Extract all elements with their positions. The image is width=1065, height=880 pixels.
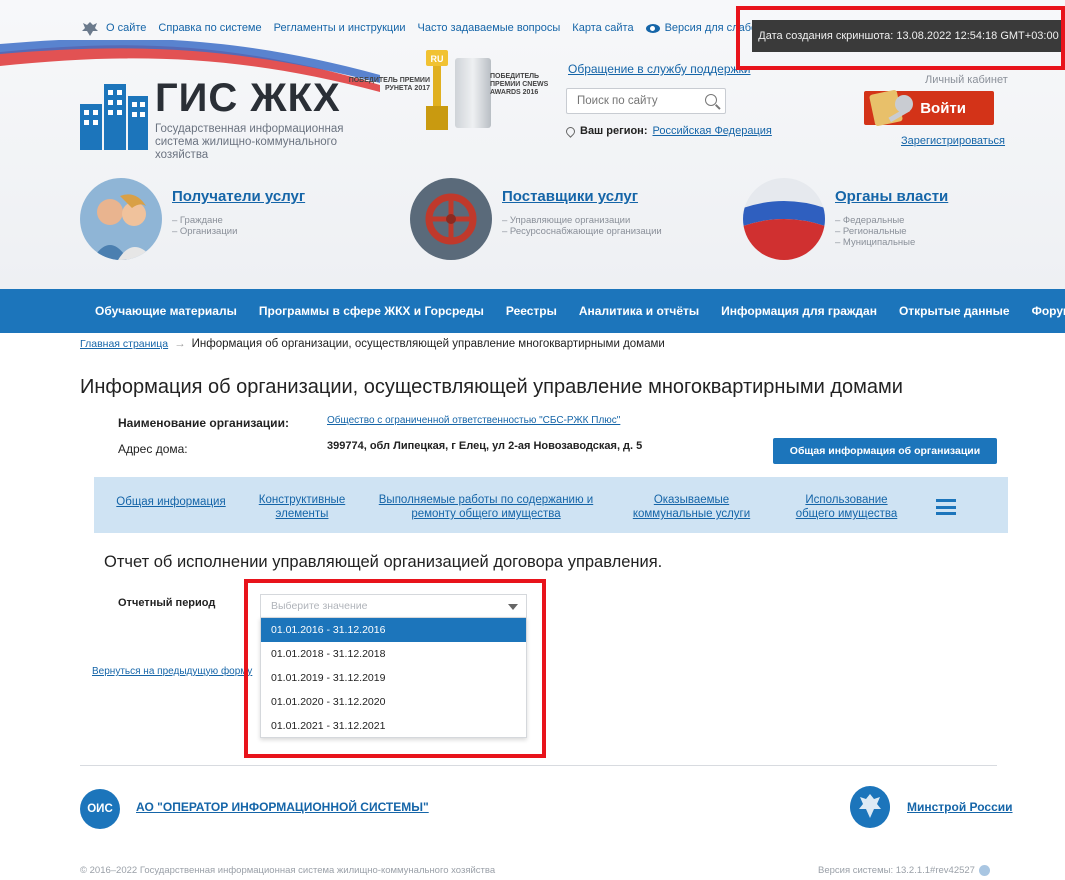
topnav-about[interactable]: О сайте [106,22,146,34]
category-recipients-sub-citizens[interactable]: – Граждане [172,215,237,226]
runet-award-label: ПОБЕДИТЕЛЬ ПРЕМИИ РУНЕТА 2017 [348,77,430,92]
period-label: Отчетный период [118,597,216,609]
address-label: Адрес дома: [118,442,188,456]
breadcrumb-home[interactable]: Главная страница [80,338,168,350]
tab-utilities[interactable]: Оказываемые коммунальные услуги [624,493,759,521]
search-input[interactable] [567,89,695,113]
tab-works[interactable]: Выполняемые работы по содержанию и ремон… [376,493,596,521]
search-box [566,88,726,114]
highlight-frame-timestamp [736,6,1065,70]
tab-works-line2: ремонту общего имущества [411,508,561,520]
mainnav-training[interactable]: Обучающие материалы [84,304,248,318]
ois-logo: ОИС [80,789,120,829]
system-version-text: Версия системы: 13.2.1.1#rev42527 [818,865,975,876]
building-logo-icon [80,84,148,150]
main-nav: Обучающие материалы Программы в сфере ЖК… [0,289,1065,333]
category-providers-sub-resource[interactable]: – Ресурсоснабжающие организации [502,226,662,237]
topnav-faq[interactable]: Часто задаваемые вопросы [418,22,561,34]
cabinet-label: Личный кабинет [925,74,1008,86]
org-name-link[interactable]: Общество с ограниченной ответственностью… [327,415,620,426]
category-authorities-sub-regional[interactable]: – Региональные [835,226,915,237]
tab-common-property-line2: общего имущества [795,508,898,520]
copyright: © 2016–2022 Государственная информационн… [80,865,496,876]
mainnav-open-data[interactable]: Открытые данные [888,304,1021,318]
top-nav: О сайте Справка по системе Регламенты и … [106,22,802,34]
category-providers-subs: – Управляющие организации – Ресурсоснабж… [502,215,662,237]
category-authorities-sub-municipal[interactable]: – Муниципальные [835,237,915,248]
menu-icon[interactable] [936,499,956,515]
topnav-regulations[interactable]: Регламенты и инструкции [274,22,406,34]
tab-common-property[interactable]: Использование общего имущества [784,493,909,521]
region-link[interactable]: Российская Федерация [653,125,772,137]
region-label: Ваш регион: [580,125,648,137]
logo-title: ГИС ЖКХ [155,76,341,120]
tab-common-property-line1: Использование [805,494,888,506]
page-title: Информация об организации, осуществляюще… [80,376,903,398]
topnav-sitemap[interactable]: Карта сайта [572,22,633,34]
cnews-award-label: ПОБЕДИТЕЛЬ ПРЕМИИ CNEWS AWARDS 2016 [490,73,549,96]
report-title: Отчет об исполнении управляющей организа… [104,553,663,571]
category-providers-sub-management[interactable]: – Управляющие организации [502,215,662,226]
eye-icon [645,23,660,33]
system-version: Версия системы: 13.2.1.1#rev42527 [818,865,990,876]
tab-structural[interactable]: Конструктивные элементы [252,493,352,521]
region-selector: Ваш регион: Российская Федерация [564,124,772,138]
tab-works-line1: Выполняемые работы по содержанию и [378,494,594,506]
breadcrumb-current: Информация об организации, осуществляюще… [191,338,665,350]
ministry-emblem-icon [850,786,890,828]
org-name-label: Наименование организации: [118,416,289,430]
topnav-help[interactable]: Справка по системе [158,22,261,34]
general-info-button[interactable]: Общая информация об организации [773,438,997,464]
tab-structural-line1: Конструктивные [258,494,346,506]
coat-of-arms-icon [82,22,98,36]
support-link[interactable]: Обращение в службу поддержки [568,62,751,76]
location-pin-icon [564,124,577,138]
runet-trophy-text: RU [431,54,444,64]
mainnav-citizen-info[interactable]: Информация для граждан [710,304,888,318]
runet-trophy-icon: RU [426,50,448,130]
tabs-bar: Общая информация Конструктивные элементы… [94,477,1008,533]
ministry-link[interactable]: Минстрой России [907,800,1013,814]
category-authorities-sub-federal[interactable]: – Федеральные [835,215,915,226]
tab-utilities-line1: Оказываемые [653,494,730,506]
footer-divider [80,765,997,766]
category-authorities-subs: – Федеральные – Региональные – Муниципал… [835,215,915,248]
recipients-photo [80,178,162,260]
category-providers-title[interactable]: Поставщики услуг [502,188,638,205]
breadcrumb-arrow: → [174,338,186,350]
category-recipients-subs: – Граждане – Организации [172,215,237,237]
address-value: 399774, обл Липецкая, г Елец, ул 2-ая Но… [327,440,643,452]
category-recipients-sub-orgs[interactable]: – Организации [172,226,237,237]
mainnav-registries[interactable]: Реестры [495,304,568,318]
tab-utilities-line2: коммунальные услуги [632,508,751,520]
logo-subtitle: Государственная информационная система ж… [155,123,344,161]
category-recipients-title[interactable]: Получатели услуг [172,188,305,205]
mainnav-forum[interactable]: Форум [1021,304,1065,318]
tab-general[interactable]: Общая информация [116,495,226,509]
highlight-frame-dropdown [244,579,546,758]
mainnav-programs[interactable]: Программы в сфере ЖКХ и Горсреды [248,304,495,318]
mainnav-analytics[interactable]: Аналитика и отчёты [568,304,710,318]
tab-structural-line2: элементы [275,508,329,520]
tab-general-label: Общая информация [116,496,226,508]
info-icon[interactable] [978,865,990,876]
providers-photo [410,178,492,260]
search-icon[interactable] [705,94,717,106]
keys-icon [869,89,913,127]
category-authorities-title[interactable]: Органы власти [835,188,948,205]
breadcrumb: Главная страница → Информация об организ… [80,338,665,350]
cnews-award-plaque [455,58,491,128]
authorities-flag-image [743,178,825,260]
register-link[interactable]: Зарегистрироваться [901,135,1005,147]
ois-link[interactable]: АО "ОПЕРАТОР ИНФОРМАЦИОННОЙ СИСТЕМЫ" [136,800,429,814]
back-link[interactable]: Вернуться на предыдущую форму [92,666,252,677]
